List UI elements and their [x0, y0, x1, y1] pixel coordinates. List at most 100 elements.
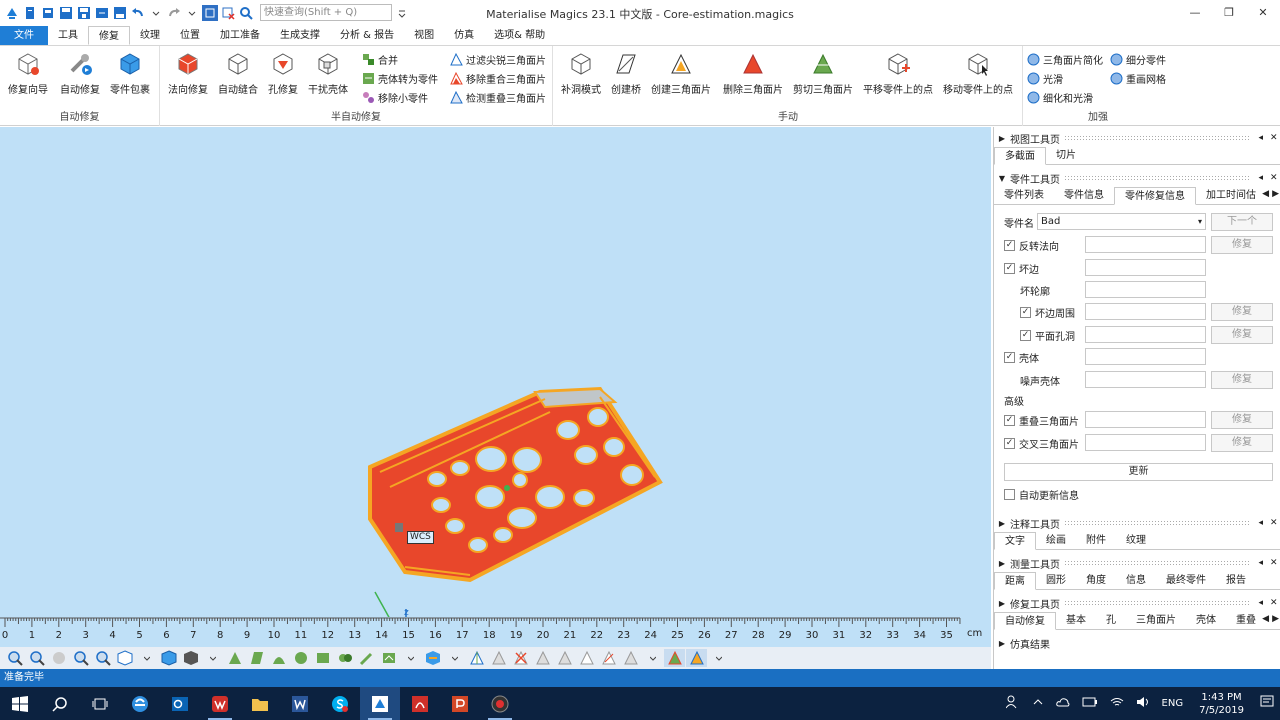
tab-auto-fix[interactable]: 自动修复	[994, 612, 1056, 630]
mark-surface-icon[interactable]	[268, 649, 289, 667]
tabs-scroll-left-icon[interactable]: ◀	[1262, 189, 1269, 199]
shading-dropdown-icon[interactable]	[202, 649, 223, 667]
tab-part-fix-info[interactable]: 零件修复信息	[1114, 187, 1196, 205]
fix-intersecting-button[interactable]: 修复	[1211, 434, 1273, 452]
part-name-select[interactable]: Bad ▾	[1037, 213, 1206, 230]
remove-small-parts-button[interactable]: 移除小零件	[362, 90, 428, 105]
deselect-icon[interactable]	[220, 5, 236, 21]
undo-icon[interactable]	[130, 5, 146, 21]
new-file-icon[interactable]	[22, 5, 38, 21]
wps-icon[interactable]	[200, 687, 240, 720]
tab-generate-support[interactable]: 生成支撑	[270, 26, 330, 45]
cloud-icon[interactable]	[1050, 696, 1076, 711]
fix-inverted-normals-button[interactable]: 修复	[1211, 236, 1273, 254]
pan-icon[interactable]	[48, 649, 69, 667]
tri-icon-3[interactable]	[532, 649, 553, 667]
mark-contour-icon[interactable]	[334, 649, 355, 667]
pin-icon[interactable]: ◂	[1258, 598, 1263, 608]
part-model[interactable]	[368, 386, 663, 583]
search-icon[interactable]	[40, 687, 80, 720]
fix-tabs-scroll-left-icon[interactable]: ◀	[1262, 614, 1269, 624]
close-icon[interactable]: ✕	[1270, 173, 1278, 183]
fix-planar-holes-button[interactable]: 修复	[1211, 326, 1273, 344]
invert-normals-checkbox[interactable]: ✓	[1004, 239, 1015, 251]
tab-circle[interactable]: 圆形	[1036, 572, 1076, 589]
close-icon[interactable]: ✕	[1270, 133, 1278, 143]
tab-view[interactable]: 视图	[404, 26, 444, 45]
tab-attachment[interactable]: 附件	[1076, 532, 1116, 549]
wifi-icon[interactable]	[1104, 696, 1130, 711]
tab-info[interactable]: 信息	[1116, 572, 1156, 589]
tab-tools[interactable]: 工具	[48, 26, 88, 45]
powerpoint-icon[interactable]	[440, 687, 480, 720]
tab-part-info[interactable]: 零件信息	[1054, 187, 1114, 204]
render-mode-icon[interactable]	[158, 649, 179, 667]
part-wrap-button[interactable]: 零件包裹	[110, 50, 150, 96]
quick-search-input[interactable]: 快速查询(Shift + Q)	[260, 4, 392, 21]
tab-holes[interactable]: 孔	[1096, 612, 1126, 629]
clock[interactable]: 1:43 PM 7/5/2019	[1189, 691, 1254, 717]
undo-dropdown-icon[interactable]	[148, 5, 164, 21]
tab-build-prep[interactable]: 加工准备	[210, 26, 270, 45]
tab-text[interactable]: 文字	[994, 532, 1036, 550]
save-icon[interactable]	[58, 5, 74, 21]
unmark-dropdown-icon[interactable]	[444, 649, 465, 667]
annotation-toolpage-header[interactable]: ▶ 注释工具页 ◂ ✕	[994, 514, 1280, 532]
shells-checkbox[interactable]: ✓	[1004, 351, 1015, 363]
volume-icon[interactable]	[1130, 696, 1156, 711]
redo-icon[interactable]	[166, 5, 182, 21]
mark-lasso-icon[interactable]	[378, 649, 399, 667]
select-mode-icon[interactable]	[202, 4, 218, 21]
merge-button[interactable]: 合并	[362, 52, 398, 67]
people-icon[interactable]	[1000, 695, 1026, 712]
normal-fix-button[interactable]: 法向修复	[168, 50, 208, 96]
tri-dropdown-icon[interactable]	[642, 649, 663, 667]
planar-holes-checkbox[interactable]: ✓	[1020, 329, 1031, 341]
fix-overlapping-button[interactable]: 修复	[1211, 411, 1273, 429]
mark-window-icon[interactable]	[312, 649, 333, 667]
input-language[interactable]: ENG	[1156, 698, 1190, 709]
tri-icon-7[interactable]	[620, 649, 641, 667]
fix-noise-shells-button[interactable]: 修复	[1211, 371, 1273, 389]
tri-delete-icon[interactable]	[510, 649, 531, 667]
tab-drawing[interactable]: 绘画	[1036, 532, 1076, 549]
mark-brush-icon[interactable]	[356, 649, 377, 667]
customize-toolbar-icon[interactable]	[394, 5, 410, 21]
tri-icon-4[interactable]	[554, 649, 575, 667]
fix-toolpage-header[interactable]: ▶ 修复工具页 ◂ ✕	[994, 594, 1280, 612]
file-explorer-icon[interactable]	[240, 687, 280, 720]
open-file-icon[interactable]	[40, 5, 56, 21]
hole-mode-button[interactable]: 补洞模式	[561, 50, 601, 96]
tab-texture[interactable]: 纹理	[130, 26, 170, 45]
auto-update-checkbox[interactable]	[1004, 488, 1015, 500]
battery-icon[interactable]	[1076, 697, 1104, 710]
simulation-results-header[interactable]: ▶ 仿真结果	[994, 634, 1280, 652]
refine-smooth-button[interactable]: 细化和光滑	[1027, 90, 1093, 105]
shading-icon[interactable]	[180, 649, 201, 667]
close-icon[interactable]: ✕	[1270, 558, 1278, 568]
tray-expand-icon[interactable]	[1026, 696, 1050, 711]
near-bad-edges-checkbox[interactable]: ✓	[1020, 306, 1031, 318]
app-logo-icon[interactable]	[4, 5, 20, 21]
color-dropdown-icon[interactable]	[708, 649, 729, 667]
tab-position[interactable]: 位置	[170, 26, 210, 45]
export-icon[interactable]	[94, 5, 110, 21]
zoom-window-icon[interactable]	[26, 649, 47, 667]
shell-to-part-button[interactable]: 壳体转为零件	[362, 71, 438, 86]
auto-fix-button[interactable]: 自动修复	[60, 50, 100, 96]
move-point-button[interactable]: 移动零件上的点	[943, 50, 1013, 96]
bad-edges-checkbox[interactable]: ✓	[1004, 262, 1015, 274]
mark-triangle-icon[interactable]	[224, 649, 245, 667]
view-toolpage-header[interactable]: ▶ 视图工具页 ◂ ✕	[994, 129, 1280, 147]
tab-part-list[interactable]: 零件列表	[994, 187, 1054, 204]
tab-analysis-report[interactable]: 分析 & 报告	[330, 26, 404, 45]
zoom-selection-icon[interactable]	[92, 649, 113, 667]
hole-fix-button[interactable]: 孔修复	[268, 50, 298, 96]
detect-overlapping-button[interactable]: 检测重叠三角面片	[450, 90, 546, 105]
delete-triangle-button[interactable]: 删除三角面片	[723, 50, 783, 96]
fix-wizard-button[interactable]: 修复向导	[8, 50, 48, 96]
auto-stitch-button[interactable]: 自动缝合	[218, 50, 258, 96]
mark-plane-icon[interactable]	[246, 649, 267, 667]
tab-build-time[interactable]: 加工时间估	[1196, 187, 1266, 204]
pin-icon[interactable]: ◂	[1258, 133, 1263, 143]
